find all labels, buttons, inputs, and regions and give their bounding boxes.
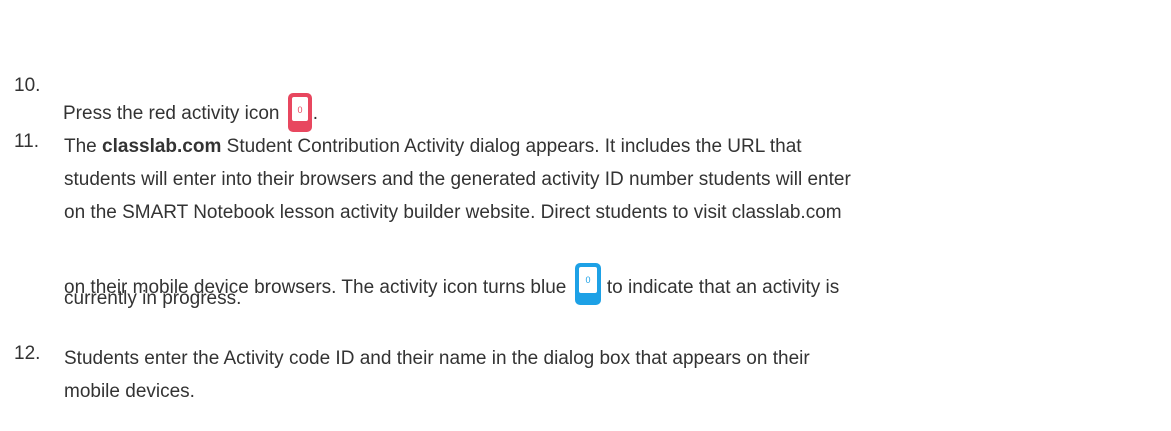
- step-text: Press the red activity icon 0 .: [63, 74, 1163, 132]
- svg-text:0: 0: [297, 105, 302, 115]
- step-11-line-3: on the SMART Notebook lesson activity bu…: [64, 202, 842, 223]
- classlab-link-text: classlab.com: [102, 136, 222, 157]
- step-number: 11.: [14, 131, 40, 152]
- step-12-line-1: Students enter the Activity code ID and …: [64, 348, 810, 369]
- step-11-line-2: students will enter into their browsers …: [64, 169, 851, 190]
- activity-icon-red: 0: [287, 80, 313, 136]
- step-number: 12.: [14, 343, 41, 364]
- step-number: 10.: [14, 75, 41, 96]
- step-11-line-5: currently in progress.: [64, 288, 242, 309]
- step-11-line-1: The classlab.com Student Contribution Ac…: [64, 136, 802, 157]
- step-12-line-2: mobile devices.: [64, 381, 195, 402]
- step-text: The classlab.com Student Contribution Ac…: [64, 130, 1164, 229]
- step-text: Students enter the Activity code ID and …: [64, 342, 1164, 408]
